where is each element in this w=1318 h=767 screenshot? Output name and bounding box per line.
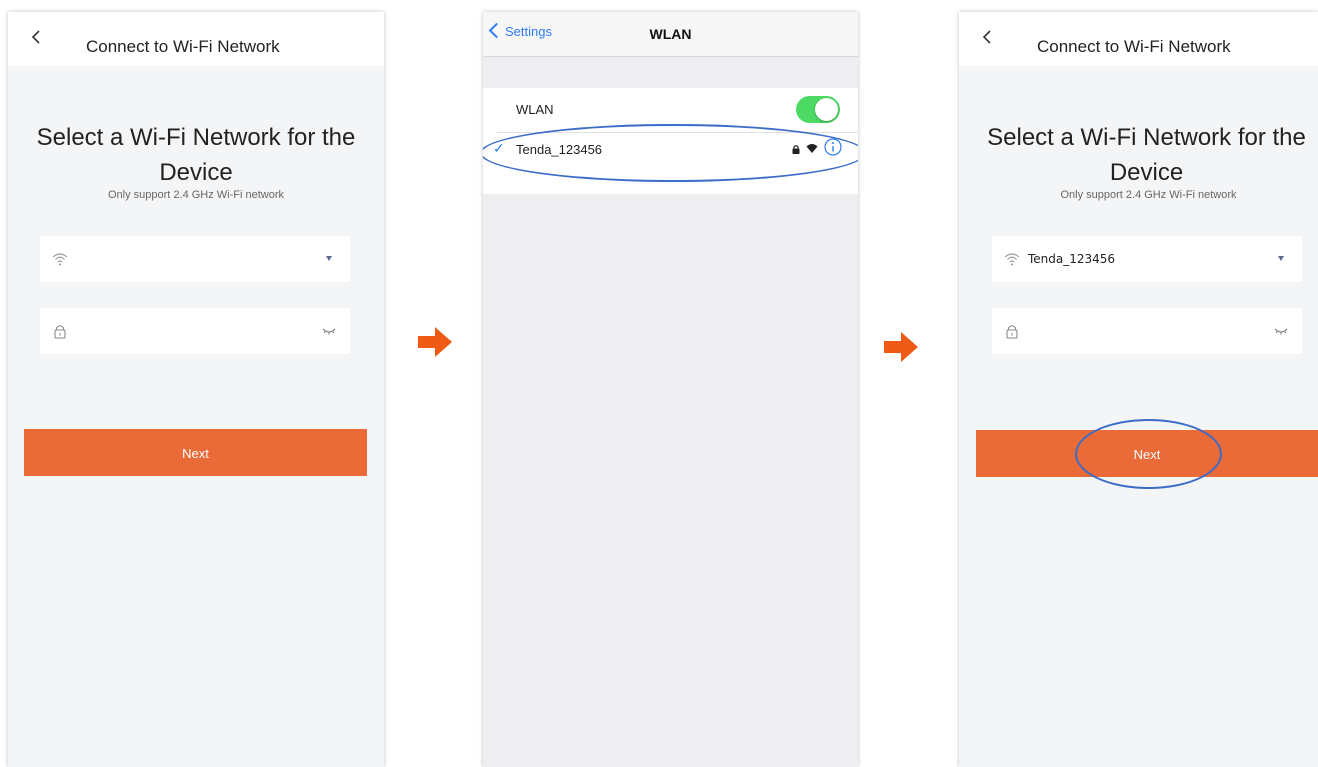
password-field[interactable]	[40, 308, 350, 354]
ios-nav-bar: Settings WLAN	[483, 12, 858, 57]
screen-step-3: Connect to Wi-Fi Network Select a Wi-Fi …	[959, 12, 1318, 767]
frequency-note: Only support 2.4 GHz Wi-Fi network	[107, 189, 285, 201]
page-heading-text: Select a Wi-Fi Network for the Device	[36, 124, 356, 186]
password-field[interactable]	[992, 308, 1302, 354]
screen-step-2-ios-wlan: Settings WLAN WLAN ✓ Tenda_123456	[483, 12, 858, 767]
wifi-signal-icon	[806, 144, 818, 153]
selected-network-value: Tenda_123456	[1028, 252, 1116, 266]
wifi-network-select[interactable]	[40, 236, 350, 282]
wlan-toggle[interactable]	[796, 96, 840, 123]
next-button[interactable]: Next	[976, 430, 1318, 477]
network-row-name[interactable]: Tenda_123456	[516, 142, 602, 157]
header-title: Connect to Wi-Fi Network	[86, 37, 280, 56]
toggle-knob	[815, 98, 838, 121]
eye-closed-icon[interactable]	[322, 326, 336, 336]
screen-step-1: Connect to Wi-Fi Network Select a Wi-Fi …	[8, 12, 384, 767]
right-arrow-icon	[884, 332, 918, 362]
back-arrow-icon[interactable]	[981, 30, 995, 44]
wlan-settings-group: WLAN ✓ Tenda_123456	[483, 88, 858, 194]
page-heading-text: Select a Wi-Fi Network for the Device	[987, 124, 1306, 186]
dropdown-caret-icon[interactable]	[1278, 256, 1284, 261]
divider	[497, 132, 858, 133]
lock-icon	[1006, 325, 1018, 339]
ios-page-title: WLAN	[649, 26, 692, 42]
dropdown-caret-icon[interactable]	[326, 256, 332, 261]
info-icon[interactable]	[824, 138, 842, 156]
app-header: Connect to Wi-Fi Network	[959, 12, 1318, 66]
page-heading: Select a Wi-Fi Network for the Device	[8, 120, 384, 190]
wifi-icon	[52, 253, 68, 266]
network-row-icons	[792, 138, 844, 158]
app-header: Connect to Wi-Fi Network	[8, 12, 384, 66]
lock-icon	[54, 325, 66, 339]
wifi-network-select[interactable]: Tenda_123456	[992, 236, 1302, 282]
right-arrow-icon	[418, 327, 452, 357]
frequency-note: Only support 2.4 GHz Wi-Fi network	[1060, 189, 1237, 201]
wlan-label: WLAN	[516, 102, 554, 117]
back-arrow-icon[interactable]	[30, 30, 44, 44]
page-heading: Select a Wi-Fi Network for the Device	[959, 120, 1318, 190]
header-title: Connect to Wi-Fi Network	[1037, 37, 1231, 56]
eye-closed-icon[interactable]	[1274, 326, 1288, 336]
lock-icon	[792, 145, 800, 154]
next-button[interactable]: Next	[24, 429, 367, 476]
checkmark-icon: ✓	[493, 140, 505, 156]
wifi-icon	[1004, 253, 1020, 266]
